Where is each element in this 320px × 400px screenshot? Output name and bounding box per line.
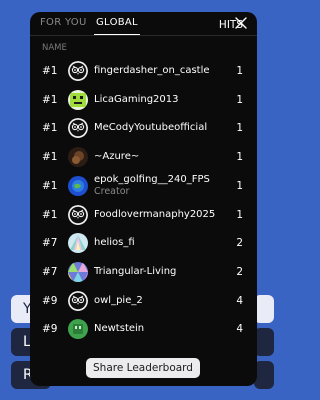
username: Triangular-Living bbox=[94, 265, 177, 277]
username: Newtstein bbox=[94, 323, 145, 335]
leaderboard-row[interactable]: #1 epok_golfing__240_FPS Creator 1 bbox=[30, 173, 257, 201]
hits-count: 1 bbox=[236, 179, 243, 192]
green-face-icon bbox=[68, 89, 88, 110]
rank-label: #1 bbox=[42, 122, 58, 135]
dark-photo-icon bbox=[68, 147, 88, 168]
owl-icon bbox=[68, 290, 88, 311]
leaderboard-row[interactable]: #1 fingerdasher_on_castle 1 bbox=[30, 58, 257, 86]
leaderboard-row[interactable]: #9 Newtstein 4 bbox=[30, 316, 257, 344]
username: MeCodyYoutubeofficial bbox=[94, 122, 208, 134]
rank-label: #1 bbox=[42, 65, 58, 77]
username: epok_golfing__240_FPS bbox=[94, 173, 210, 185]
leaderboard-row[interactable]: #7 helios_fi 2 bbox=[30, 230, 257, 258]
rank-label: #1 bbox=[42, 179, 58, 192]
leaderboard-row[interactable]: #1 MeCodyYoutubeofficial 1 bbox=[30, 115, 257, 143]
rank-label: #9 bbox=[42, 294, 58, 307]
username: ~Azure~ bbox=[94, 151, 140, 163]
username: owl_pie_2 bbox=[94, 294, 143, 306]
hits-count: 4 bbox=[236, 294, 243, 307]
hits-count: 4 bbox=[236, 323, 243, 336]
leaderboard-row[interactable]: #9 owl_pie_2 4 bbox=[30, 288, 257, 316]
owl-icon bbox=[68, 118, 88, 139]
user-role-label: Creator bbox=[94, 185, 130, 197]
username: LicaGaming2013 bbox=[94, 93, 179, 105]
background-button-2-right bbox=[254, 328, 274, 356]
username: helios_fi bbox=[94, 237, 135, 249]
owl-icon bbox=[68, 204, 88, 225]
rank-label: #1 bbox=[42, 93, 58, 106]
leaderboard-row[interactable]: #1 Foodlovermanaphy2025 1 bbox=[30, 202, 257, 230]
share-leaderboard-button[interactable]: Share Leaderboard bbox=[86, 358, 200, 378]
green-square-icon bbox=[68, 319, 88, 340]
background-button-3-right bbox=[254, 361, 274, 389]
rank-label: #9 bbox=[42, 323, 58, 336]
leaderboard-row[interactable]: #1 LicaGaming2013 1 bbox=[30, 87, 257, 115]
background-button-1-right bbox=[254, 295, 274, 323]
hits-count: 1 bbox=[236, 208, 243, 221]
hits-count: 1 bbox=[236, 93, 243, 106]
hits-count: 1 bbox=[236, 65, 243, 77]
hits-count: 2 bbox=[236, 265, 243, 278]
column-header-name: NAME bbox=[42, 43, 67, 53]
leaderboard-panel: FOR YOU GLOBAL NAME HITS #1 fingerdasher_… bbox=[30, 12, 257, 386]
tab-divider bbox=[30, 35, 257, 36]
username: Foodlovermanaphy2025 bbox=[94, 208, 216, 220]
rank-label: #7 bbox=[42, 265, 58, 278]
rank-label: #1 bbox=[42, 208, 58, 221]
column-header-hits: HITS bbox=[218, 19, 243, 31]
prism-icon bbox=[68, 233, 88, 254]
hits-count: 1 bbox=[236, 151, 243, 164]
hits-count: 1 bbox=[236, 122, 243, 135]
tab-global[interactable]: GLOBAL bbox=[96, 17, 138, 28]
username: fingerdasher_on_castle bbox=[94, 65, 210, 76]
rank-label: #1 bbox=[42, 151, 58, 164]
triangle-pattern-icon bbox=[68, 261, 88, 282]
tab-for-you[interactable]: FOR YOU bbox=[40, 17, 87, 28]
owl-icon bbox=[68, 61, 88, 81]
hits-count: 2 bbox=[236, 237, 243, 250]
leaderboard-row[interactable]: #1 ~Azure~ 1 bbox=[30, 144, 257, 172]
rank-label: #7 bbox=[42, 237, 58, 250]
leaderboard-row[interactable]: #7 Triangular-Living 2 bbox=[30, 259, 257, 287]
globe-photo-icon bbox=[68, 175, 88, 196]
